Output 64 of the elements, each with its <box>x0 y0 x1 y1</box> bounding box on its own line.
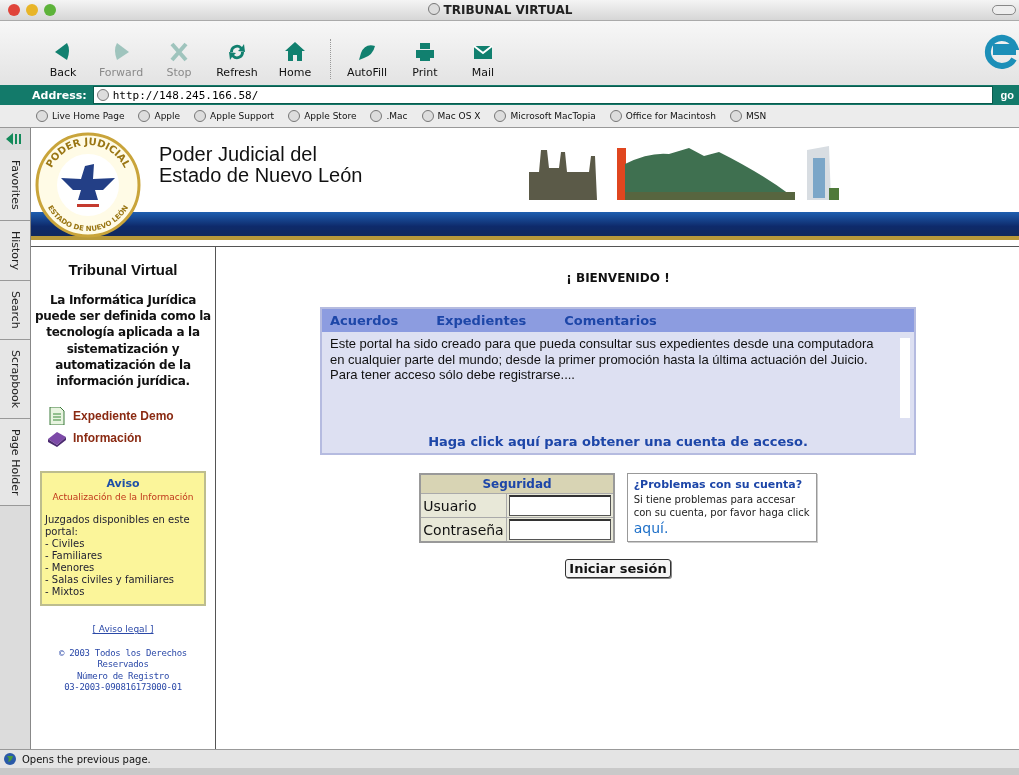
document-icon <box>47 407 67 426</box>
help-text: Si tiene problemas para accesar con su cuenta, por favor haga click aquí. <box>633 493 810 538</box>
notice-item: - Salas civiles y familiares <box>45 574 176 587</box>
toolbar-button[interactable]: Back <box>36 40 90 79</box>
favorite-link[interactable]: Apple Store <box>288 110 357 122</box>
sidebar-link[interactable]: Expediente Demo <box>47 407 174 426</box>
login-button[interactable]: Iniciar sesión <box>565 559 671 578</box>
input-field[interactable] <box>508 495 611 516</box>
favorite-link[interactable]: MSN <box>729 110 767 122</box>
welcome-heading: ¡ BIENVENIDO ! <box>566 271 670 285</box>
login-title: Seguridad <box>420 474 614 494</box>
favorite-link[interactable]: Office for Macintosh <box>609 110 716 122</box>
favorite-link[interactable]: Apple Support <box>194 110 275 122</box>
notice-title: Aviso <box>105 477 141 491</box>
panel-text: Este portal ha sido creado para que pueda consultar sus expedientes desde una computadora en cualquier parte del mundo; desde la primer promoción hasta la última actuación del Juicio. Para tener acceso sólo debe registrarse.... <box>329 335 875 385</box>
explorer-tab[interactable]: Favorites <box>0 150 30 221</box>
explorer-tab[interactable]: Search <box>0 280 30 340</box>
toolbar-button[interactable]: AutoFill <box>340 40 394 79</box>
globe-icon <box>4 753 16 765</box>
notice-item: - Familiares <box>45 550 104 563</box>
notice-item: - Civiles <box>45 538 86 551</box>
zoom-icon[interactable] <box>44 4 56 16</box>
favorite-link[interactable]: Microsoft MacTopia <box>494 110 596 122</box>
site-title: Poder Judicial del Estado de Nuevo León <box>159 144 364 186</box>
explorer-tab[interactable]: History <box>0 220 30 281</box>
sidebar-link[interactable]: Información <box>47 429 174 448</box>
minimize-icon[interactable] <box>26 4 38 16</box>
signup-link[interactable]: Haga click aquí para obtener una cuenta de acceso. <box>322 426 914 453</box>
collapse-icon[interactable] <box>6 132 24 146</box>
address-field[interactable]: http://148.245.166.58/ <box>92 86 993 104</box>
notice-item: - Mixtos <box>45 586 86 599</box>
input-field[interactable] <box>508 519 611 540</box>
favorite-link[interactable]: Live Home Page <box>36 110 125 122</box>
address-label: Address: <box>31 88 88 102</box>
status-text: Opens the previous page. <box>22 753 151 765</box>
help-title: ¿Problemas con su cuenta? <box>633 478 804 491</box>
close-icon[interactable] <box>8 4 20 16</box>
scrollbar[interactable] <box>900 338 910 418</box>
toolbar-button[interactable]: Print <box>398 40 452 79</box>
explorer-tab[interactable]: Scrapbook <box>0 339 30 419</box>
legal-link[interactable]: [ Aviso legal ] <box>92 624 154 635</box>
printer-icon <box>413 40 437 64</box>
favorite-link[interactable]: Mac OS X <box>421 110 481 122</box>
toolbar-button[interactable]: Refresh <box>210 40 264 79</box>
book-icon <box>47 429 67 448</box>
page-icon <box>427 3 440 15</box>
intro-text: La Informática Jurídica puede ser definida como la tecnología aplicada a la sistematización y automatización de la información jurídica. <box>35 292 211 390</box>
toolbar-button[interactable]: Home <box>268 40 322 79</box>
notice-text: Juzgados disponibles en este portal: <box>45 514 191 539</box>
notice-subtitle: Actualización de la Información <box>51 492 195 503</box>
toolbar-button[interactable]: Mail <box>456 40 510 79</box>
copyright-text: © 2003 Todos los Derechos Reservados <box>58 648 188 671</box>
favorite-link[interactable]: Apple <box>138 110 181 122</box>
field-label: Usuario <box>420 493 507 518</box>
notice-item: - Menores <box>45 562 96 575</box>
registry-number: 03-2003-090816173000-01 <box>63 681 183 694</box>
favorite-link[interactable]: .Mac <box>370 110 408 122</box>
explorer-tab[interactable]: Page Holder <box>0 418 30 507</box>
sidebar-title: Tribunal Virtual <box>68 261 178 278</box>
toolbar-toggle-icon[interactable] <box>992 5 1016 15</box>
registry-label: Número de Registro <box>75 670 171 682</box>
house-icon <box>283 40 307 64</box>
help-link[interactable]: aquí. <box>633 520 669 536</box>
window-title: TRIBUNAL VIRTUAL <box>443 3 573 17</box>
